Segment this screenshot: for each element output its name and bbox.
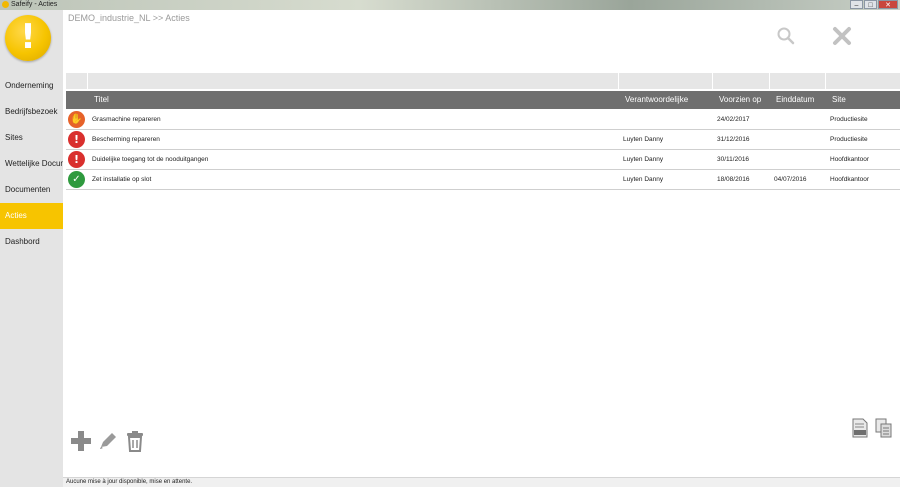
edit-icon[interactable] <box>97 430 119 452</box>
maximize-button[interactable]: □ <box>864 0 877 9</box>
filter-row <box>66 73 900 89</box>
row-title: Bescherming repareren <box>92 136 160 143</box>
sidebar-item-acties[interactable]: Acties <box>0 203 63 229</box>
filter-cell-responsible[interactable] <box>619 73 713 89</box>
status-bar: Aucune mise à jour disponible, mise en a… <box>63 477 900 487</box>
table-body: ✋ Grasmachine repareren 24/02/2017 Produ… <box>66 110 900 190</box>
hand-stop-icon: ✋ <box>68 111 85 128</box>
status-cell: ✓ <box>66 170 88 189</box>
row-site: Productiesite <box>830 116 868 123</box>
sidebar-item-bedrijfsbezoek[interactable]: Bedrijfsbezoek <box>0 99 63 125</box>
table-row[interactable]: ! Bescherming repareren Luyten Danny 31/… <box>66 130 900 150</box>
row-end <box>770 130 826 149</box>
row-end: 04/07/2016 <box>774 176 807 183</box>
row-site: Productiesite <box>830 136 868 143</box>
column-header-end[interactable]: Einddatum <box>770 91 826 109</box>
column-header-responsible[interactable]: Verantwoordelijke <box>619 91 713 109</box>
row-site: Hoofdkantoor <box>830 176 870 183</box>
row-title: Duidelijke toegang tot de nooduitgangen <box>92 156 209 163</box>
delete-icon[interactable] <box>124 430 146 452</box>
row-responsible: Luyten Danny <box>623 156 664 163</box>
bottom-toolbar <box>70 430 146 452</box>
warning-icon: ! <box>68 131 85 148</box>
filter-cell-site[interactable] <box>826 73 900 89</box>
row-end <box>770 110 826 129</box>
window-title: Safeify - Acties <box>11 1 58 8</box>
row-end <box>770 150 826 169</box>
sidebar-item-documenten[interactable]: Documenten <box>0 177 63 203</box>
table-row[interactable]: ✋ Grasmachine repareren 24/02/2017 Produ… <box>66 110 900 130</box>
table-row[interactable]: ✓ Zet installatie op slot Luyten Danny 1… <box>66 170 900 190</box>
status-cell: ! <box>66 130 88 149</box>
table-row[interactable]: ! Duidelijke toegang tot de nooduitgange… <box>66 150 900 170</box>
column-header-title[interactable]: Titel <box>88 91 619 109</box>
main-content: DEMO_industrie_NL >> Acties Titel Verant… <box>63 10 900 477</box>
export-xls-icon[interactable] <box>851 418 869 438</box>
row-due: 30/11/2016 <box>717 156 750 163</box>
window-controls: – □ ✕ <box>850 0 898 9</box>
filter-cell-due[interactable] <box>713 73 770 89</box>
row-due: 18/08/2016 <box>717 176 750 183</box>
row-due: 31/12/2016 <box>717 136 750 143</box>
app-icon <box>2 1 9 8</box>
row-site: Hoofdkantoor <box>830 156 870 163</box>
window-titlebar: Safeify - Acties – □ ✕ <box>0 0 900 10</box>
close-window-button[interactable]: ✕ <box>878 0 898 9</box>
sidebar: ! Onderneming Bedrijfsbezoek Sites Wette… <box>0 10 63 487</box>
add-icon[interactable] <box>70 430 92 452</box>
row-responsible: Luyten Danny <box>623 136 664 143</box>
breadcrumb: DEMO_industrie_NL >> Acties <box>68 13 190 23</box>
status-cell: ! <box>66 150 88 169</box>
sidebar-item-onderneming[interactable]: Onderneming <box>0 73 63 99</box>
filter-cell-icon[interactable] <box>66 73 88 89</box>
export-toolbar <box>851 418 893 438</box>
warning-icon: ! <box>68 151 85 168</box>
minimize-button[interactable]: – <box>850 0 863 9</box>
close-icon[interactable] <box>832 26 852 46</box>
sidebar-item-dashbord[interactable]: Dashbord <box>0 229 63 255</box>
filter-cell-end[interactable] <box>770 73 826 89</box>
exclamation-logo-icon: ! <box>5 15 51 61</box>
row-responsible: Luyten Danny <box>623 176 664 183</box>
row-due: 24/02/2017 <box>717 116 750 123</box>
row-responsible <box>619 110 713 129</box>
sidebar-item-sites[interactable]: Sites <box>0 125 63 151</box>
row-title: Grasmachine repareren <box>92 116 161 123</box>
column-header-due[interactable]: Voorzien op <box>713 91 770 109</box>
copy-documents-icon[interactable] <box>875 418 893 438</box>
filter-cell-title[interactable] <box>88 73 619 89</box>
table-header: Titel Verantwoordelijke Voorzien op Eind… <box>66 91 900 109</box>
row-title: Zet installatie op slot <box>92 176 152 183</box>
check-icon: ✓ <box>68 171 85 188</box>
status-cell: ✋ <box>66 110 88 129</box>
search-icon[interactable] <box>776 26 796 46</box>
sidebar-nav: Onderneming Bedrijfsbezoek Sites Wetteli… <box>0 73 63 255</box>
column-header-site[interactable]: Site <box>826 91 900 109</box>
sidebar-item-wettelijke-documenten[interactable]: Wettelijke Documenten <box>0 151 63 177</box>
column-header-status <box>66 91 88 109</box>
